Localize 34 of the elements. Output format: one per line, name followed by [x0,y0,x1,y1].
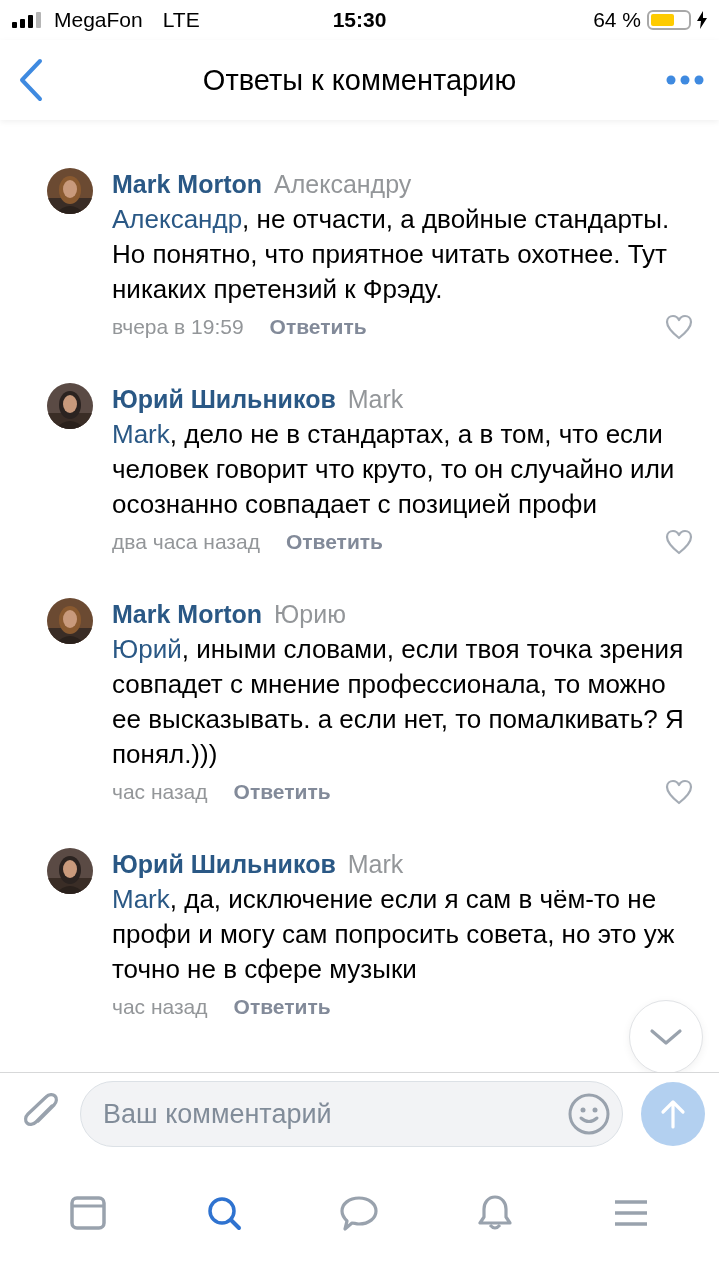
comment-text: Юрий, иными словами, если твоя точка зрения совпадет с мнение профессионала, то можно ее высказывать. а если нет, то помалкивать? Я понял.))) [112,633,685,771]
reply-to-name: Александру [274,169,412,200]
mention-link[interactable]: Юрий [112,634,182,664]
author-name[interactable]: Юрий Шильников [112,383,336,415]
reply-to-name: Mark [347,384,404,415]
battery-icon [647,10,691,30]
arrow-up-icon [660,1099,686,1129]
reply-to-name: Mark [347,849,404,880]
comment-text: Mark, да, исключение если я сам в чём-то не профи и могу сам попросить совета, но это уж точно не в сфере музыки [112,883,676,986]
more-icon[interactable] [665,73,705,87]
mention-link[interactable]: Mark [112,884,170,914]
comment-time: час назад [112,995,208,1019]
like-icon[interactable] [665,314,693,340]
chevron-down-icon [649,1027,683,1047]
battery-percent: 64 % [593,8,641,32]
mention-link[interactable]: Mark [112,419,170,449]
comment-time: вчера в 19:59 [112,315,244,339]
comment-text: Mark, дело не в стандартах, а в том, что если человек говорит что круто, то он случайно или осознанно совпадает с позицией профи [112,418,676,521]
comment-time: два часа назад [112,530,260,554]
comment-input[interactable]: Ваш комментарий [80,1081,623,1147]
network-type: LTE [162,8,200,32]
like-icon[interactable] [665,529,693,555]
author-name[interactable]: Юрий Шильников [112,848,336,880]
clock-time: 15:30 [332,8,387,31]
reply-to-name: Юрию [274,599,346,630]
author-name[interactable]: Mark Morton [112,168,262,200]
author-name[interactable]: Mark Morton [112,598,262,630]
mention-link[interactable]: Александр [112,204,243,234]
comment-text: Александр, не отчасти, а двойные стандарты. Но понятно, что приятное читать охотнее. Тут никаких претензий к Фрэду. [112,203,671,306]
smiley-icon[interactable] [567,1092,611,1136]
comment-time: час назад [112,780,208,804]
like-icon[interactable] [665,779,693,805]
page-title: Ответы к комментарию [201,63,518,97]
carrier-name: MegaFon [54,8,143,32]
